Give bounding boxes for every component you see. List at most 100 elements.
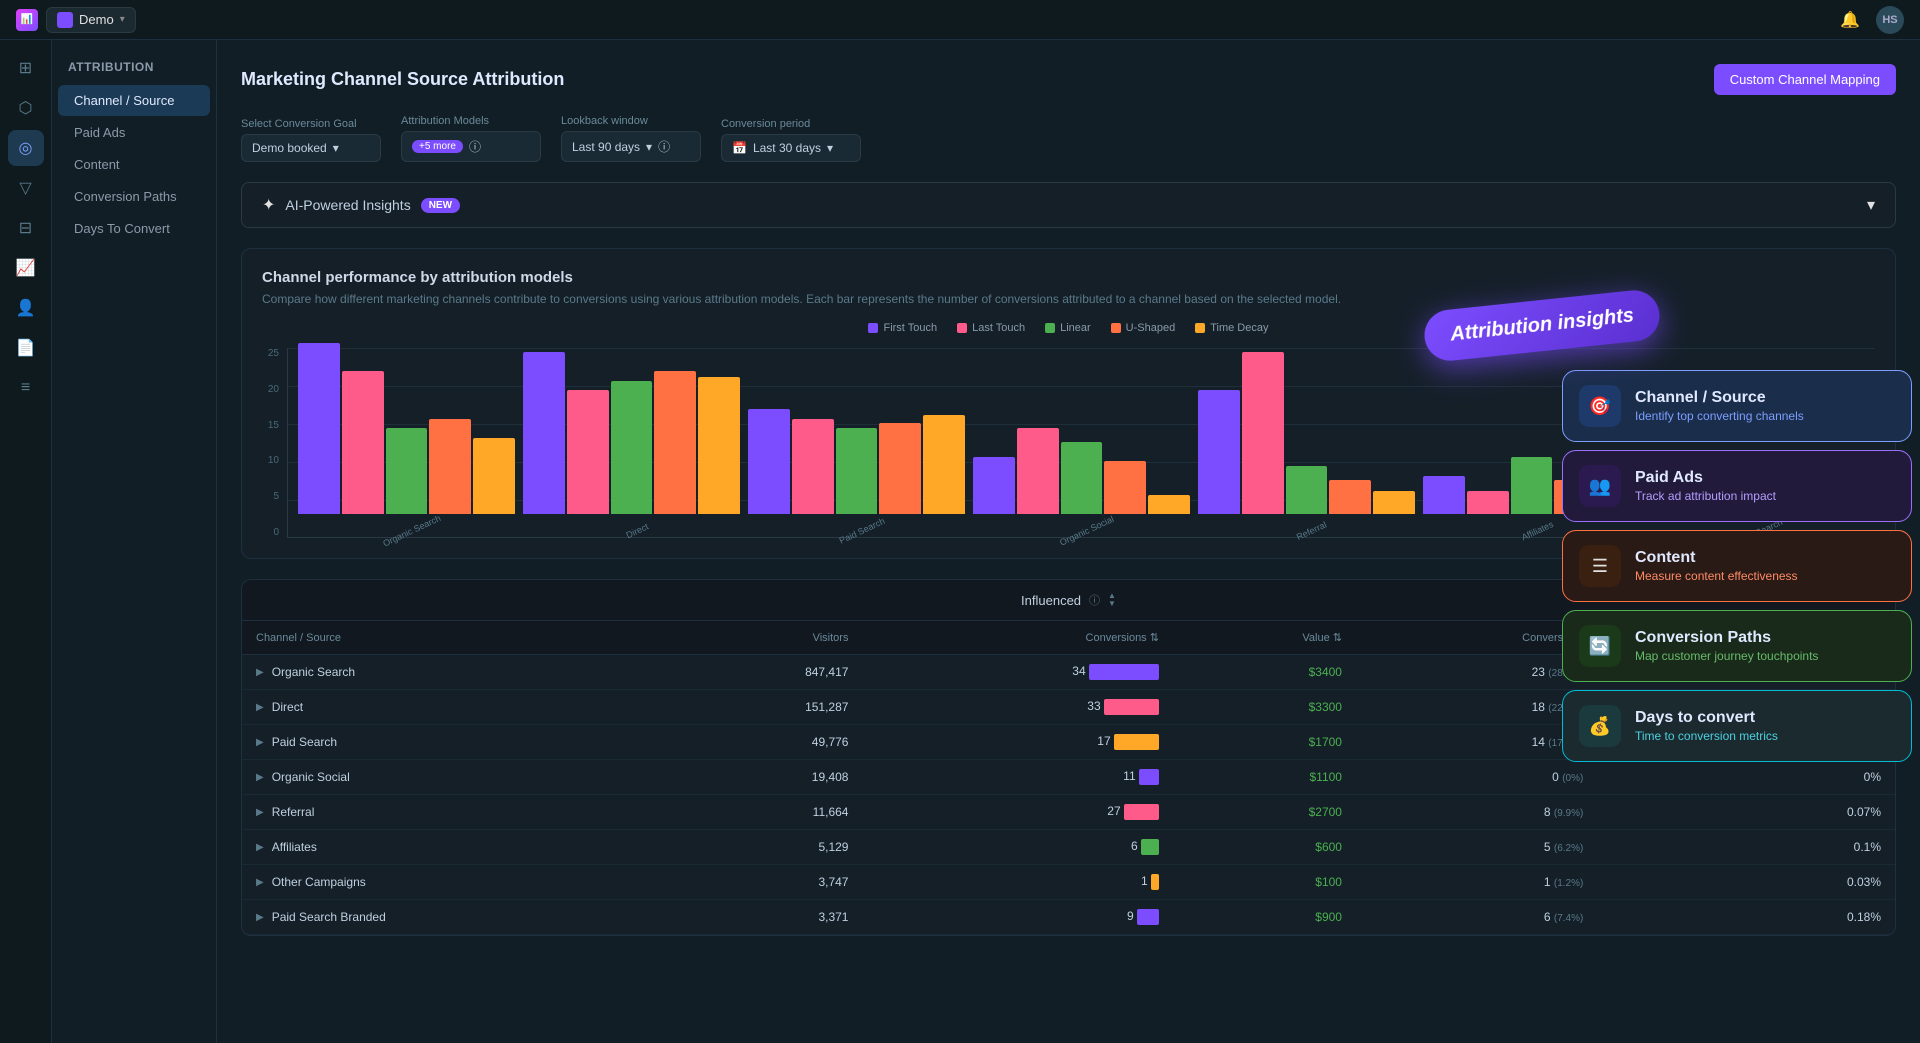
feature-card-paths[interactable]: 🔄 Conversion Paths Map customer journey …: [1562, 610, 1912, 682]
table-row[interactable]: ▶ Referral 11,664 27 $2700 8 (9.9%) 0.07…: [242, 795, 1895, 830]
topbar: 📊 Demo ▾ 🔔 HS: [0, 0, 1920, 40]
info-icon: ⓘ: [658, 138, 670, 155]
col-visitors: Visitors: [669, 621, 862, 655]
bar-0: [1198, 390, 1240, 514]
channel-cell: ▶ Affiliates: [242, 830, 669, 865]
sort-arrows[interactable]: ▲ ▼: [1108, 592, 1116, 608]
chart-y-axis: 25 20 15 10 5 0: [262, 348, 287, 538]
page-header: Marketing Channel Source Attribution Cus…: [241, 64, 1896, 95]
sidebar-icon-filter[interactable]: ▽: [8, 170, 44, 206]
feature-card-subtitle-paidads: Track ad attribution impact: [1635, 489, 1776, 503]
percentage-text: (7.4%): [1554, 913, 1583, 924]
expand-arrow-icon[interactable]: ▶: [256, 667, 264, 678]
feature-card-content[interactable]: ☰ Content Measure content effectiveness: [1562, 530, 1912, 602]
bar-4: [1148, 495, 1190, 514]
conversions2-cell: 5 (6.2%): [1356, 830, 1597, 865]
conversion-goal-select[interactable]: Demo booked ▾: [241, 134, 381, 162]
value-cell: $1100: [1173, 760, 1356, 795]
feature-card-text-paidads: Paid Ads Track ad attribution impact: [1635, 469, 1776, 503]
app-name: Demo: [79, 12, 114, 27]
ai-insights-bar[interactable]: ✦ AI-Powered Insights NEW ▾: [241, 182, 1896, 228]
bar-1: [1242, 352, 1284, 514]
conversion-rate-cell: 0%: [1597, 760, 1895, 795]
conversion-period-select[interactable]: 📅 Last 30 days ▾: [721, 134, 861, 162]
lookback-label: Lookback window: [561, 115, 701, 127]
visitors-cell: 19,408: [669, 760, 862, 795]
info-icon: ⓘ: [469, 138, 481, 155]
sidebar-icon-settings[interactable]: ≡: [8, 370, 44, 406]
custom-channel-mapping-button[interactable]: Custom Channel Mapping: [1714, 64, 1896, 95]
app-logo-icon: 📊: [16, 9, 38, 31]
sidebar-icon-doc[interactable]: 📄: [8, 330, 44, 366]
mini-bar: [1137, 909, 1159, 925]
expand-arrow-icon[interactable]: ▶: [256, 702, 264, 713]
legend-dot-time-decay: [1195, 323, 1205, 333]
visitors-cell: 151,287: [669, 690, 862, 725]
table-row[interactable]: ▶ Affiliates 5,129 6 $600 5 (6.2%) 0.1%: [242, 830, 1895, 865]
lookback-value: Last 90 days: [572, 140, 640, 154]
sidebar-item-paid-ads[interactable]: Paid Ads: [58, 117, 210, 148]
sidebar-item-days-to-convert[interactable]: Days To Convert: [58, 213, 210, 244]
chart-subtitle: Compare how different marketing channels…: [262, 292, 1875, 306]
chevron-down-icon: ▾: [120, 14, 125, 25]
chevron-down-icon: ▾: [333, 141, 339, 155]
sidebar-icon-layers[interactable]: ⊟: [8, 210, 44, 246]
sidebar-icon-analytics[interactable]: ◎: [8, 130, 44, 166]
feature-card-channel[interactable]: 🎯 Channel / Source Identify top converti…: [1562, 370, 1912, 442]
conversions-cell: 27: [862, 795, 1173, 830]
bar-0: [973, 457, 1015, 514]
feature-card-text-channel: Channel / Source Identify top converting…: [1635, 389, 1804, 423]
bar-group-paid-search: Paid Search: [748, 347, 965, 537]
value-cell: $1700: [1173, 725, 1356, 760]
expand-arrow-icon[interactable]: ▶: [256, 842, 264, 853]
sidebar-item-conversion-paths[interactable]: Conversion Paths: [58, 181, 210, 212]
conversion-goal-value: Demo booked: [252, 141, 327, 155]
bar-2: [836, 428, 878, 514]
conversion-period-label: Conversion period: [721, 118, 861, 130]
table-row[interactable]: ▶ Other Campaigns 3,747 1 $100 1 (1.2%) …: [242, 865, 1895, 900]
expand-arrow-icon[interactable]: ▶: [256, 737, 264, 748]
legend-linear: Linear: [1045, 322, 1091, 334]
app-selector[interactable]: Demo ▾: [46, 7, 136, 33]
conversion-period-value: Last 30 days: [753, 141, 821, 155]
legend-dot-last-touch: [957, 323, 967, 333]
notification-bell-icon[interactable]: 🔔: [1840, 10, 1860, 30]
attribution-models-select[interactable]: +5 more ⓘ: [401, 131, 541, 162]
info-icon: ⓘ: [1089, 592, 1100, 608]
sort-icon[interactable]: ⇅: [1150, 632, 1159, 644]
chart-legend: First Touch Last Touch Linear U-Shaped T…: [262, 322, 1875, 334]
expand-arrow-icon[interactable]: ▶: [256, 912, 264, 923]
expand-arrow-icon[interactable]: ▶: [256, 877, 264, 888]
bar-2: [1511, 457, 1553, 514]
table-row[interactable]: ▶ Organic Social 19,408 11 $1100 0 (0%) …: [242, 760, 1895, 795]
feature-card-days[interactable]: 💰 Days to convert Time to conversion met…: [1562, 690, 1912, 762]
mini-bar: [1141, 839, 1159, 855]
lookback-select[interactable]: Last 90 days ▾ ⓘ: [561, 131, 701, 162]
channel-name: Paid Search Branded: [272, 910, 386, 924]
sidebar-item-content[interactable]: Content: [58, 149, 210, 180]
mini-bar: [1139, 769, 1159, 785]
bar-4: [473, 438, 515, 514]
bar-1: [792, 419, 834, 514]
table-row[interactable]: ▶ Paid Search Branded 3,371 9 $900 6 (7.…: [242, 900, 1895, 935]
feature-card-text-content: Content Measure content effectiveness: [1635, 549, 1798, 583]
sidebar-icon-person[interactable]: 👤: [8, 290, 44, 326]
y-axis-10: 10: [262, 455, 279, 466]
sidebar-item-channel-source[interactable]: Channel / Source: [58, 85, 210, 116]
expand-arrow-icon[interactable]: ▶: [256, 807, 264, 818]
conversion-period-group: Conversion period 📅 Last 30 days ▾: [721, 118, 861, 162]
chevron-down-icon: ▾: [646, 140, 652, 154]
avatar[interactable]: HS: [1876, 6, 1904, 34]
sort-icon2[interactable]: ⇅: [1333, 632, 1342, 644]
sidebar-icon-share[interactable]: ⬡: [8, 90, 44, 126]
sidebar-icon-grid[interactable]: ⊞: [8, 50, 44, 86]
value-cell: $100: [1173, 865, 1356, 900]
feature-card-subtitle-paths: Map customer journey touchpoints: [1635, 649, 1818, 663]
sidebar-icon-chart[interactable]: 📈: [8, 250, 44, 286]
feature-card-paidads[interactable]: 👥 Paid Ads Track ad attribution impact: [1562, 450, 1912, 522]
percentage-text: (0%): [1562, 773, 1583, 784]
percentage-text: (6.2%): [1554, 843, 1583, 854]
channel-name: Other Campaigns: [272, 875, 366, 889]
expand-arrow-icon[interactable]: ▶: [256, 772, 264, 783]
app-icon: [57, 12, 73, 28]
